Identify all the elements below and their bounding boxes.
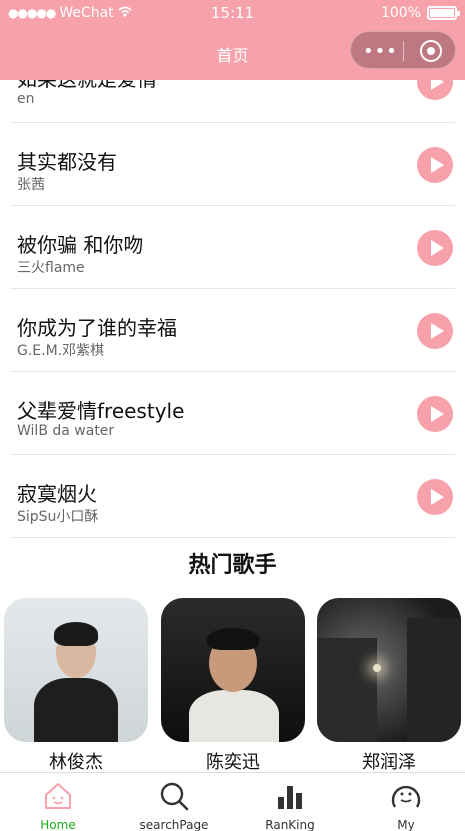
song-item[interactable]: 其实都没有 张茜 bbox=[10, 123, 455, 206]
song-item[interactable]: 寂寞烟火 SipSu小口酥 bbox=[10, 455, 455, 538]
song-artist: 三火flame bbox=[17, 260, 85, 276]
menu-capsule: ••• bbox=[350, 31, 456, 69]
play-icon[interactable] bbox=[417, 396, 453, 432]
play-icon[interactable] bbox=[417, 147, 453, 183]
status-bar: ●●●●● WeChat 15:11 100% bbox=[0, 0, 465, 28]
tab-my[interactable]: My bbox=[348, 773, 464, 831]
song-title: 你成为了谁的幸福 bbox=[17, 316, 177, 340]
tab-label: Home bbox=[40, 818, 76, 831]
song-item[interactable]: 被你骗 和你吻 三火flame bbox=[10, 206, 455, 289]
more-icon[interactable]: ••• bbox=[363, 41, 398, 62]
my-icon bbox=[391, 785, 421, 808]
ranking-icon bbox=[278, 786, 302, 809]
hot-singers-title: 热门歌手 bbox=[188, 553, 277, 578]
singer-name: 陈奕迅 bbox=[206, 752, 260, 773]
song-artist: SipSu小口酥 bbox=[17, 509, 99, 525]
play-icon[interactable] bbox=[417, 313, 453, 349]
search-icon bbox=[160, 782, 189, 811]
song-list: 如果这就是爱情 en 其实都没有 张茜 被你骗 和你吻 三火flame 你成为了… bbox=[0, 40, 465, 538]
home-icon bbox=[45, 783, 71, 809]
singer-card[interactable]: 陈奕迅 bbox=[161, 598, 305, 774]
singer-photo bbox=[317, 598, 461, 742]
singer-card[interactable]: 郑润泽 bbox=[317, 598, 461, 774]
tab-label: searchPage bbox=[139, 818, 209, 831]
tab-home[interactable]: Home bbox=[0, 773, 116, 831]
song-artist: G.E.M.邓紫棋 bbox=[17, 343, 105, 359]
close-mini-program-icon[interactable] bbox=[420, 40, 442, 62]
battery-percent: 100% bbox=[380, 5, 421, 21]
hot-singers-row: 林俊杰 陈奕迅 郑润泽 bbox=[4, 598, 464, 773]
nav-bar: ●●●●● WeChat 15:11 100% 首页 ••• bbox=[0, 0, 465, 80]
song-title: 寂寞烟火 bbox=[17, 482, 97, 506]
singer-name: 郑润泽 bbox=[362, 752, 416, 773]
singer-photo bbox=[161, 598, 305, 742]
song-title: 父辈爱情freestyle bbox=[17, 399, 185, 423]
tab-bar: Home searchPage RanKing My bbox=[0, 772, 465, 831]
song-artist: en bbox=[17, 91, 35, 107]
song-item[interactable]: 父辈爱情freestyle WilB da water bbox=[10, 372, 455, 455]
tab-label: RanKing bbox=[265, 818, 315, 831]
song-artist: 张茜 bbox=[17, 177, 45, 193]
tab-ranking[interactable]: RanKing bbox=[232, 773, 348, 831]
tab-label: My bbox=[397, 818, 415, 831]
singer-photo bbox=[4, 598, 148, 742]
song-artist: WilB da water bbox=[17, 423, 115, 439]
tab-search[interactable]: searchPage bbox=[116, 773, 232, 831]
singer-name: 林俊杰 bbox=[49, 752, 103, 773]
song-title: 其实都没有 bbox=[17, 150, 117, 174]
play-icon[interactable] bbox=[417, 230, 453, 266]
battery-icon bbox=[427, 6, 460, 20]
play-icon[interactable] bbox=[417, 479, 453, 515]
song-item[interactable]: 你成为了谁的幸福 G.E.M.邓紫棋 bbox=[10, 289, 455, 372]
singer-card[interactable]: 林俊杰 bbox=[4, 598, 148, 774]
capsule-divider bbox=[403, 41, 404, 61]
song-title: 被你骗 和你吻 bbox=[17, 233, 144, 257]
